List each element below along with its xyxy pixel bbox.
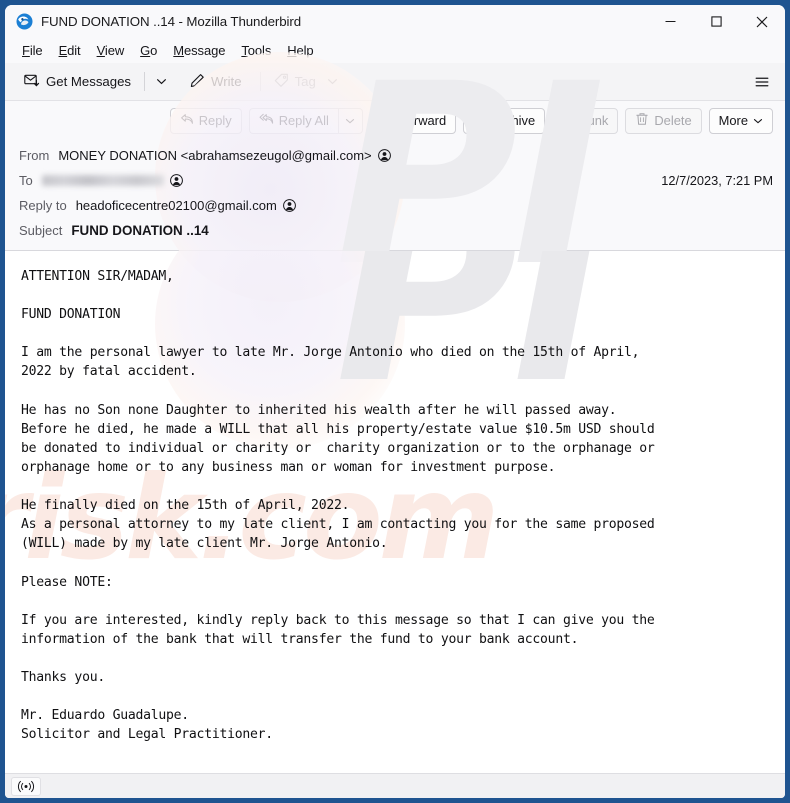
reply-to-value[interactable]: headoficecentre02100@gmail.com [76,198,277,213]
reply-to-label: Reply to [19,198,67,213]
archive-label: Archive [492,113,536,128]
write-button[interactable]: Write [182,68,250,95]
maximize-icon[interactable] [693,5,739,38]
subject-label: Subject [19,223,63,238]
forward-icon [380,112,394,129]
from-value[interactable]: MONEY DONATION <abrahamsezeugol@gmail.co… [58,148,371,163]
reply-label: Reply [198,113,232,128]
toolbar-separator-1 [144,72,146,91]
reply-icon [180,112,194,129]
junk-button[interactable]: Junk [552,107,619,134]
delete-label: Delete [654,113,692,128]
menu-bar: File Edit View Go Message Tools Help [5,38,785,63]
title-bar: FUND DONATION ..14 - Mozilla Thunderbird [5,5,785,38]
close-icon[interactable] [739,5,785,38]
get-messages-dropdown[interactable] [150,68,172,95]
to-value-redacted[interactable] [41,175,164,186]
header-row-to: To 12/7/2023, 7:21 PM [5,168,785,193]
forward-label: Forward [398,113,447,128]
pencil-icon [190,73,205,91]
reply-button[interactable]: Reply [169,107,242,134]
junk-label: Junk [581,113,609,128]
get-messages-label: Get Messages [46,74,132,89]
to-label: To [19,173,33,188]
reply-group: Reply [169,107,242,134]
reply-all-dropdown[interactable] [337,107,363,134]
minimize-icon[interactable] [647,5,693,38]
contact-avatar-icon[interactable] [282,199,296,212]
header-row-subject: Subject FUND DONATION ..14 [5,218,785,243]
tag-dropdown-icon[interactable] [327,76,338,87]
menu-item-go[interactable]: Go [132,41,165,61]
get-messages-icon [24,72,40,91]
tag-icon [274,73,289,91]
window-controls [647,5,785,38]
tag-label: Tag [294,74,316,89]
delete-group: Delete [625,107,702,134]
reply-all-icon [259,112,274,129]
subject-value: FUND DONATION ..14 [71,223,209,238]
message-body-text: ATTENTION SIR/MADAM, FUND DONATION I am … [21,269,655,743]
reply-all-button[interactable]: Reply All [248,107,338,134]
archive-box-icon [473,112,487,129]
main-toolbar: Get Messages Write Tag [5,63,785,101]
window-title: FUND DONATION ..14 - Mozilla Thunderbird [41,14,302,29]
menu-item-tools[interactable]: Tools [233,41,279,61]
menu-item-file[interactable]: File [14,41,51,61]
message-header: PI From MONEY DONATION <abrahamsezeugol@… [5,30,785,321]
message-action-bar: Reply Reply All Forward Archive Junk Del… [5,101,785,140]
more-button[interactable]: More [708,107,773,134]
toolbar-separator-2 [259,72,261,91]
message-date: 12/7/2023, 7:21 PM [661,173,773,188]
menu-item-view[interactable]: View [89,41,133,61]
from-label: From [19,148,50,163]
trash-icon [635,112,649,129]
menu-item-message[interactable]: Message [165,41,233,61]
contact-avatar-icon[interactable] [377,149,391,162]
delete-button[interactable]: Delete [625,107,702,134]
more-group: More [708,107,773,134]
header-row-from: From MONEY DONATION <abrahamsezeugol@gma… [5,143,785,168]
more-label: More [718,113,748,128]
get-messages-button[interactable]: Get Messages [16,68,139,95]
contact-avatar-icon[interactable] [169,174,183,187]
status-bar [5,773,785,798]
reply-all-label: Reply All [278,113,329,128]
header-row-reply-to: Reply to headoficecentre02100@gmail.com [5,193,785,218]
junk-group: Junk [552,107,619,134]
archive-button[interactable]: Archive [463,107,546,134]
reply-all-group: Reply All [248,107,363,134]
menu-item-help[interactable]: Help [279,41,321,61]
write-label: Write [211,74,242,89]
menu-item-edit[interactable]: Edit [51,41,89,61]
junk-flame-icon [562,112,576,129]
hamburger-menu-icon[interactable] [748,68,776,95]
thunderbird-window: FUND DONATION ..14 - Mozilla Thunderbird… [5,5,785,798]
message-body: PI risk.com ATTENTION SIR/MADAM, FUND DO… [5,251,785,773]
thunderbird-logo-icon [16,13,33,30]
forward-button[interactable]: Forward [369,107,457,134]
tag-button[interactable]: Tag [266,68,346,95]
more-dropdown-icon [753,116,763,126]
archive-group: Archive [463,107,546,134]
online-broadcast-icon[interactable] [11,776,41,796]
forward-group: Forward [369,107,457,134]
